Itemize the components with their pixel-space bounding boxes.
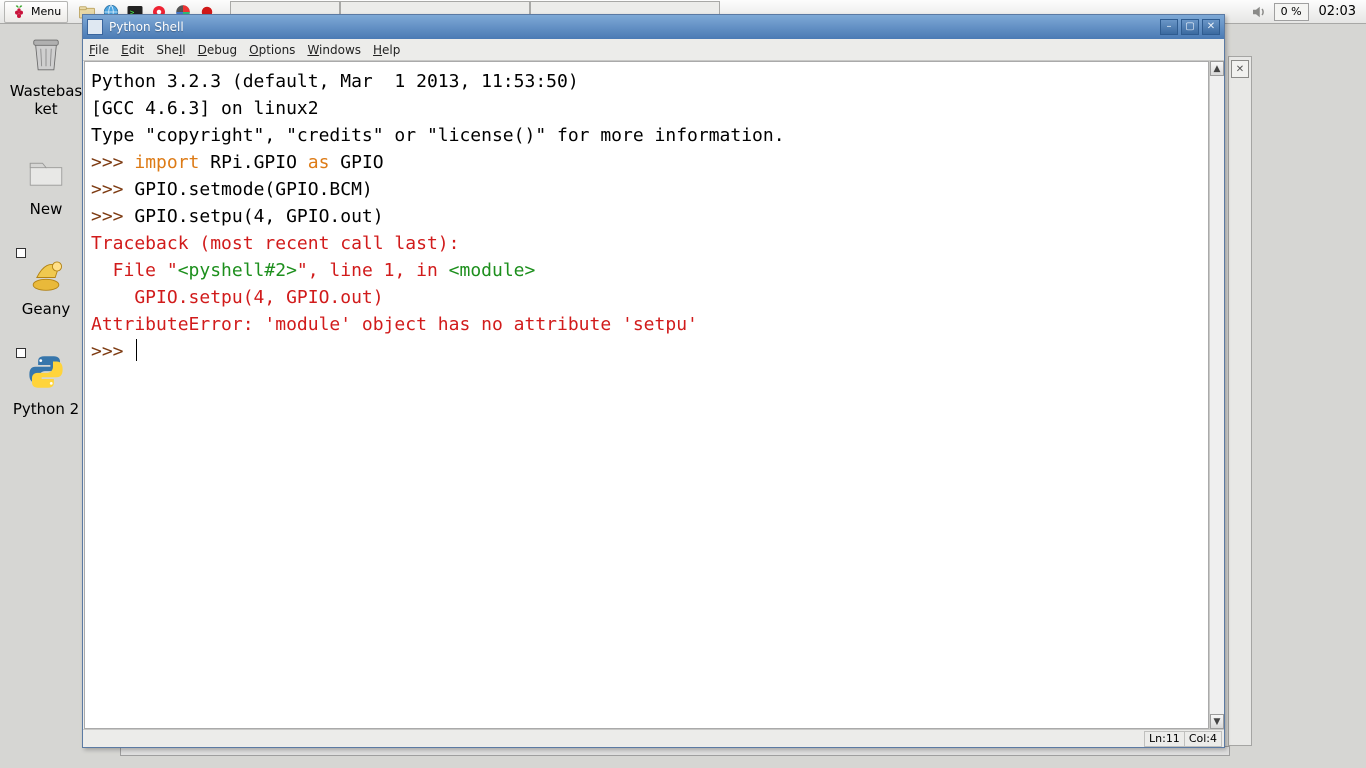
maximize-icon: ▢ [1185, 22, 1194, 32]
prompt: >>> [91, 341, 134, 362]
menu-windows[interactable]: Windows [307, 43, 361, 57]
text-cursor [136, 339, 137, 361]
menu-file[interactable]: File [89, 43, 109, 57]
tray: 0 % 02:03 [1250, 3, 1366, 21]
cpu-usage[interactable]: 0 % [1274, 3, 1309, 21]
trash-icon [22, 30, 70, 78]
banner-line: Type "copyright", "credits" or "license(… [91, 125, 785, 146]
shortcut-arrow-icon [16, 248, 26, 258]
status-ln-value: 11 [1166, 732, 1180, 745]
menu-edit[interactable]: Edit [121, 43, 144, 57]
background-window-strip: ✕ [1228, 56, 1252, 746]
menu-button[interactable]: Menu [4, 1, 68, 23]
scroll-down-button[interactable]: ▼ [1210, 714, 1224, 729]
traceback-line: ", line 1, in [297, 260, 449, 281]
code-text: GPIO.setmode(GPIO.BCM) [134, 179, 372, 200]
keyword: as [308, 152, 330, 173]
traceback-line: File " [91, 260, 178, 281]
traceback-line: Traceback (most recent call last): [91, 233, 459, 254]
python-icon [22, 348, 70, 396]
shortcut-arrow-icon [16, 348, 26, 358]
desktop-icon-label: New [6, 200, 86, 218]
traceback-line: GPIO.setpu(4, GPIO.out) [91, 287, 384, 308]
banner-line: Python 3.2.3 (default, Mar 1 2013, 11:53… [91, 71, 579, 92]
desktop-icon-folder[interactable]: New [6, 148, 86, 218]
python-shell-window: Python Shell – ▢ ✕ File Edit Shell Debug… [82, 14, 1225, 748]
desktop: Wastebasket New Geany Python 2 [6, 30, 86, 418]
code-text: RPi.GPIO [199, 152, 307, 173]
shell-text-area[interactable]: Python 3.2.3 (default, Mar 1 2013, 11:53… [84, 61, 1209, 729]
prompt: >>> [91, 179, 134, 200]
desktop-icon-label: Wastebasket [6, 82, 86, 118]
desktop-icon-label: Python 2 [6, 400, 86, 418]
traceback-module: <module> [449, 260, 536, 281]
traceback-file: <pyshell#2> [178, 260, 297, 281]
prompt: >>> [91, 206, 134, 227]
banner-line: [GCC 4.6.3] on linux2 [91, 98, 319, 119]
close-icon[interactable]: ✕ [1231, 60, 1249, 78]
titlebar-title: Python Shell [109, 20, 1160, 34]
menu-shell[interactable]: Shell [156, 43, 185, 57]
desktop-icon-wastebasket[interactable]: Wastebasket [6, 30, 86, 118]
vertical-scrollbar[interactable]: ▲ ▼ [1209, 61, 1224, 729]
keyword: import [134, 152, 199, 173]
clock[interactable]: 02:03 [1315, 4, 1360, 19]
status-col: Col: 4 [1184, 731, 1222, 747]
menu-help[interactable]: Help [373, 43, 400, 57]
titlebar-app-icon [87, 19, 103, 35]
titlebar[interactable]: Python Shell – ▢ ✕ [83, 15, 1224, 39]
volume-icon[interactable] [1250, 3, 1268, 21]
menubar: File Edit Shell Debug Options Windows He… [83, 39, 1224, 61]
status-col-value: 4 [1210, 732, 1217, 745]
desktop-icon-geany[interactable]: Geany [6, 248, 86, 318]
status-ln-label: Ln: [1149, 732, 1166, 745]
close-button[interactable]: ✕ [1202, 19, 1220, 35]
status-line: Ln: 11 [1144, 731, 1185, 747]
traceback-line: AttributeError: 'module' object has no a… [91, 314, 698, 335]
maximize-button[interactable]: ▢ [1181, 19, 1199, 35]
scroll-up-button[interactable]: ▲ [1210, 61, 1224, 76]
menu-debug[interactable]: Debug [198, 43, 237, 57]
status-col-label: Col: [1189, 732, 1210, 745]
code-text: GPIO.setpu(4, GPIO.out) [134, 206, 383, 227]
minimize-button[interactable]: – [1160, 19, 1178, 35]
statusbar: Ln: 11 Col: 4 [83, 729, 1224, 747]
desktop-icon-label: Geany [6, 300, 86, 318]
titlebar-buttons: – ▢ ✕ [1160, 19, 1220, 35]
menu-label: Menu [31, 5, 61, 18]
close-icon: ✕ [1207, 22, 1215, 32]
code-text: GPIO [329, 152, 383, 173]
editor-area: Python 3.2.3 (default, Mar 1 2013, 11:53… [83, 61, 1224, 729]
raspberry-icon [11, 4, 27, 20]
lamp-icon [22, 248, 70, 296]
menu-options[interactable]: Options [249, 43, 295, 57]
cpu-usage-text: 0 % [1281, 5, 1302, 18]
folder-icon [22, 148, 70, 196]
prompt: >>> [91, 152, 134, 173]
desktop-icon-python[interactable]: Python 2 [6, 348, 86, 418]
minimize-icon: – [1167, 22, 1172, 32]
